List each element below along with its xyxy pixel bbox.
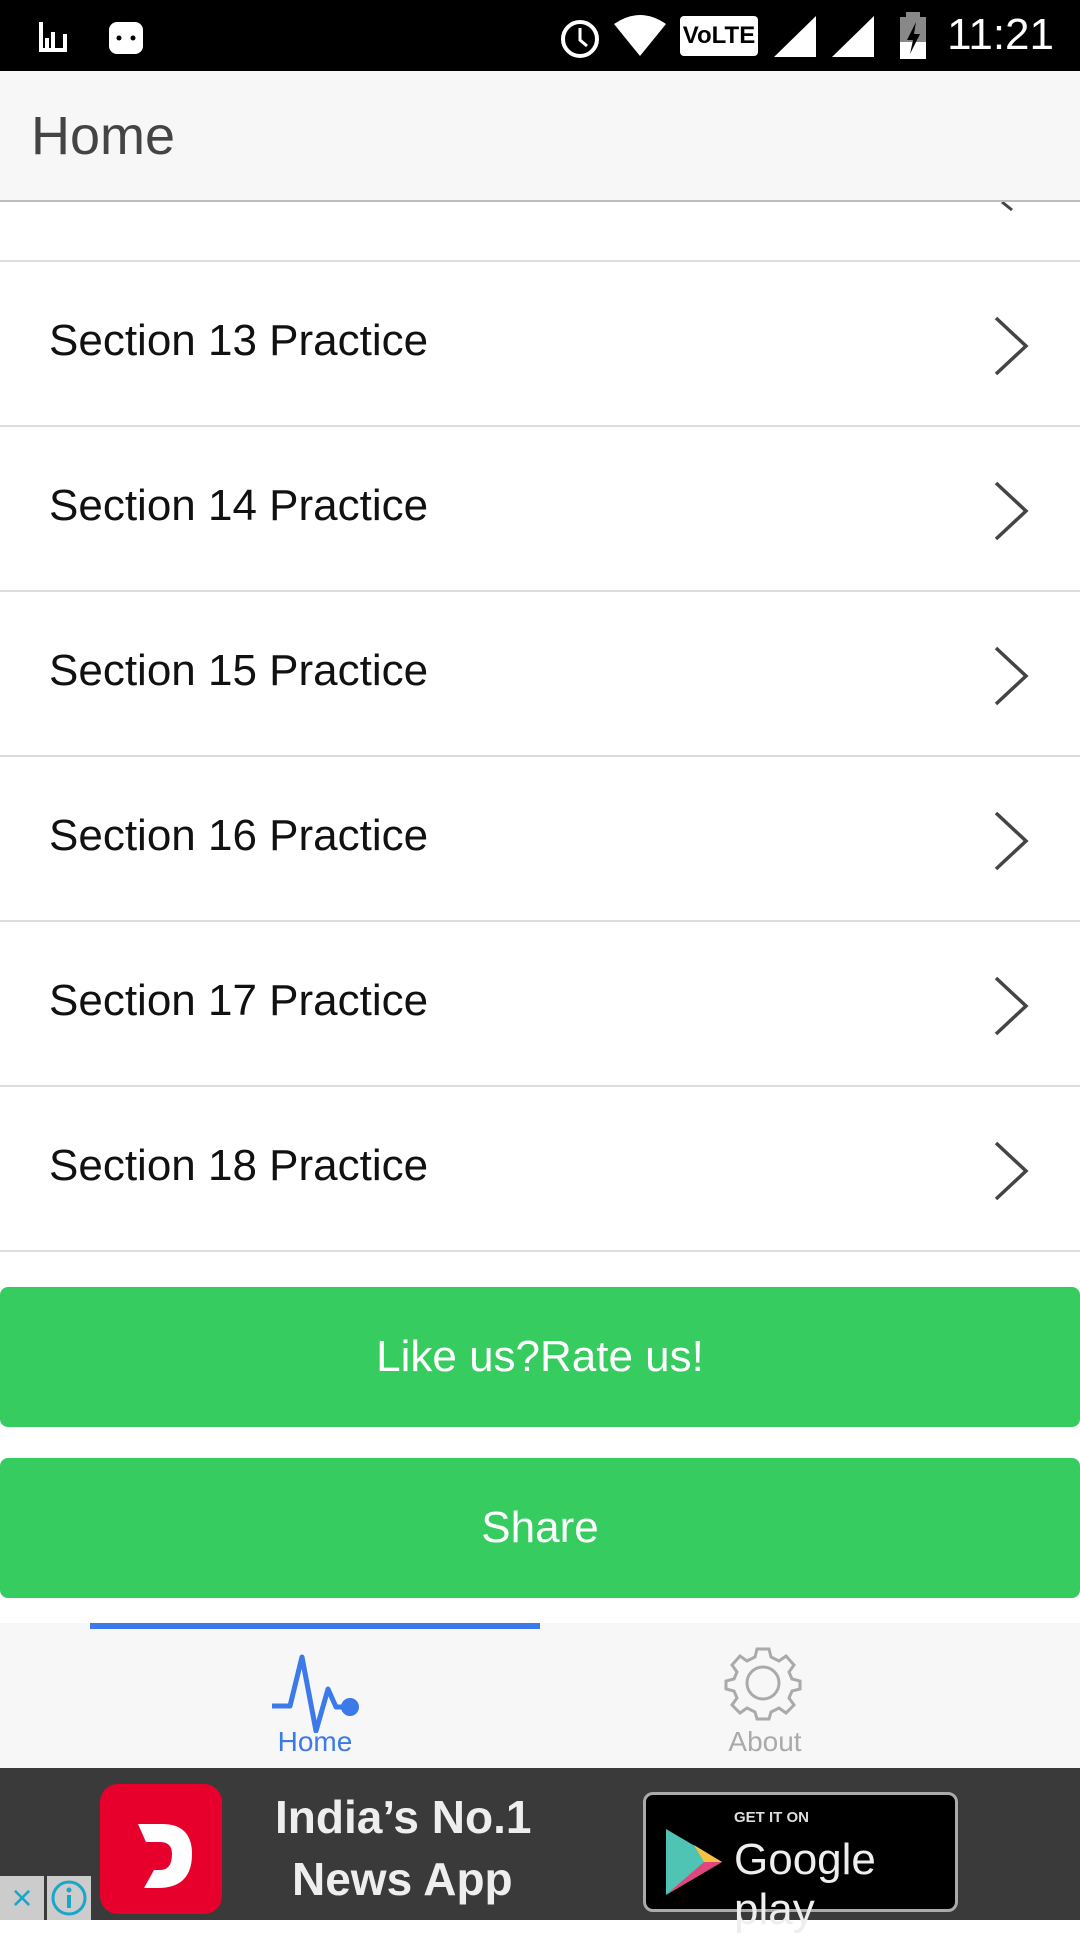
list-item[interactable]: Section 15 Practice: [0, 592, 1080, 757]
ad-close-icon[interactable]: ×: [0, 1876, 44, 1920]
list-item-partial[interactable]: [0, 202, 1080, 262]
signal-app-icon: [39, 22, 67, 52]
page-title: Home: [31, 106, 176, 166]
chevron-right-icon: [994, 481, 1029, 541]
android-icon: [109, 22, 143, 54]
wifi-icon: [614, 15, 666, 56]
app-header: Home: [0, 71, 1080, 202]
list-item-label: Section 15 Practice: [49, 646, 429, 695]
chevron-right-icon: [994, 811, 1029, 871]
volte-icon: VoLTE: [680, 16, 758, 56]
share-button[interactable]: Share: [0, 1458, 1080, 1598]
ad-headline: News App: [292, 1853, 513, 1905]
cell-signal-icon: [832, 16, 874, 57]
list-item-label: Section 18 Practice: [49, 1141, 429, 1190]
cell-signal-icon: [774, 16, 816, 57]
badge-small-text: GET IT ON: [734, 1809, 809, 1826]
alarm-icon: [561, 20, 599, 58]
chevron-right-icon: [994, 1141, 1029, 1201]
ad-headline: India’s No.1: [275, 1791, 532, 1843]
list-item-label: Section 17 Practice: [49, 976, 429, 1025]
ad-banner[interactable]: India’s No.1 News App GET IT ON Google p…: [0, 1768, 1080, 1934]
list-item[interactable]: Section 16 Practice: [0, 757, 1080, 922]
clock: 11:21: [947, 10, 1054, 59]
pulse-icon: [272, 1654, 359, 1733]
badge-big-text: Google play: [734, 1835, 876, 1934]
status-bar: VoLTE 11:21: [0, 0, 1080, 71]
list-item[interactable]: Section 17 Practice: [0, 922, 1080, 1087]
chevron-right-icon: [994, 316, 1029, 376]
list-item-label: Section 14 Practice: [49, 481, 429, 530]
chevron-right-icon: [1001, 202, 1013, 212]
chevron-right-icon: [994, 976, 1029, 1036]
ad-app-logo: [100, 1784, 222, 1914]
list-item[interactable]: Section 13 Practice: [0, 262, 1080, 427]
list-item[interactable]: Section 18 Practice: [0, 1087, 1080, 1252]
gear-icon: [724, 1647, 802, 1721]
tab-label: About: [728, 1726, 802, 1757]
rate-us-button[interactable]: Like us?Rate us!: [0, 1287, 1080, 1427]
ad-info-icon[interactable]: [47, 1876, 91, 1920]
chevron-right-icon: [994, 646, 1029, 706]
google-play-badge[interactable]: GET IT ON Google play: [643, 1792, 958, 1934]
list-item-label: Section 13 Practice: [49, 316, 429, 365]
tab-about[interactable]: About: [495, 1623, 1035, 1768]
section-list: Section 13 Practice Section 14 Practice …: [0, 202, 1080, 1252]
play-store-icon: [666, 1829, 722, 1895]
bottom-tab-bar: Home About: [0, 1623, 1080, 1768]
battery-charging-icon: [900, 12, 926, 59]
list-item-label: Section 16 Practice: [49, 811, 429, 860]
list-item[interactable]: Section 14 Practice: [0, 427, 1080, 592]
